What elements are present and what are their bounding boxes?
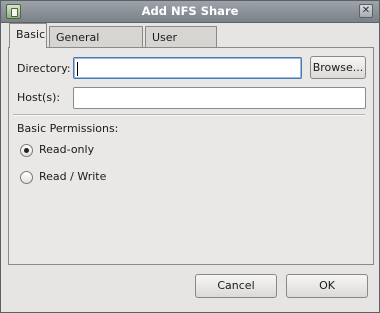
window-title: Add NFS Share bbox=[141, 4, 239, 18]
tab-general-options[interactable]: General Options bbox=[49, 26, 143, 65]
close-button[interactable]: ✕ bbox=[359, 4, 373, 18]
separator bbox=[13, 114, 365, 116]
close-icon: ✕ bbox=[361, 5, 371, 16]
text-caret bbox=[77, 62, 78, 76]
title-bar[interactable]: Add NFS Share ✕ bbox=[1, 1, 379, 23]
directory-label: Directory: bbox=[17, 62, 71, 75]
ok-button[interactable]: OK bbox=[286, 274, 368, 298]
directory-input[interactable] bbox=[73, 57, 302, 79]
cancel-button[interactable]: Cancel bbox=[195, 274, 277, 298]
hosts-input[interactable] bbox=[73, 87, 366, 109]
tab-basic-label: Basic bbox=[16, 28, 46, 41]
tab-user-access[interactable]: User Access bbox=[145, 26, 217, 65]
browse-button[interactable]: Browse... bbox=[310, 56, 366, 79]
read-write-label[interactable]: Read / Write bbox=[39, 170, 106, 183]
read-only-radio[interactable] bbox=[20, 144, 33, 157]
tab-basic[interactable]: Basic bbox=[9, 23, 47, 49]
read-write-radio[interactable] bbox=[20, 171, 33, 184]
hosts-label: Host(s): bbox=[17, 91, 61, 104]
add-nfs-share-dialog: Add NFS Share ✕ Basic General Options Us… bbox=[0, 0, 380, 313]
basic-permissions-label: Basic Permissions: bbox=[17, 122, 119, 135]
basic-tab-panel bbox=[8, 47, 374, 265]
read-only-label[interactable]: Read-only bbox=[39, 143, 94, 156]
